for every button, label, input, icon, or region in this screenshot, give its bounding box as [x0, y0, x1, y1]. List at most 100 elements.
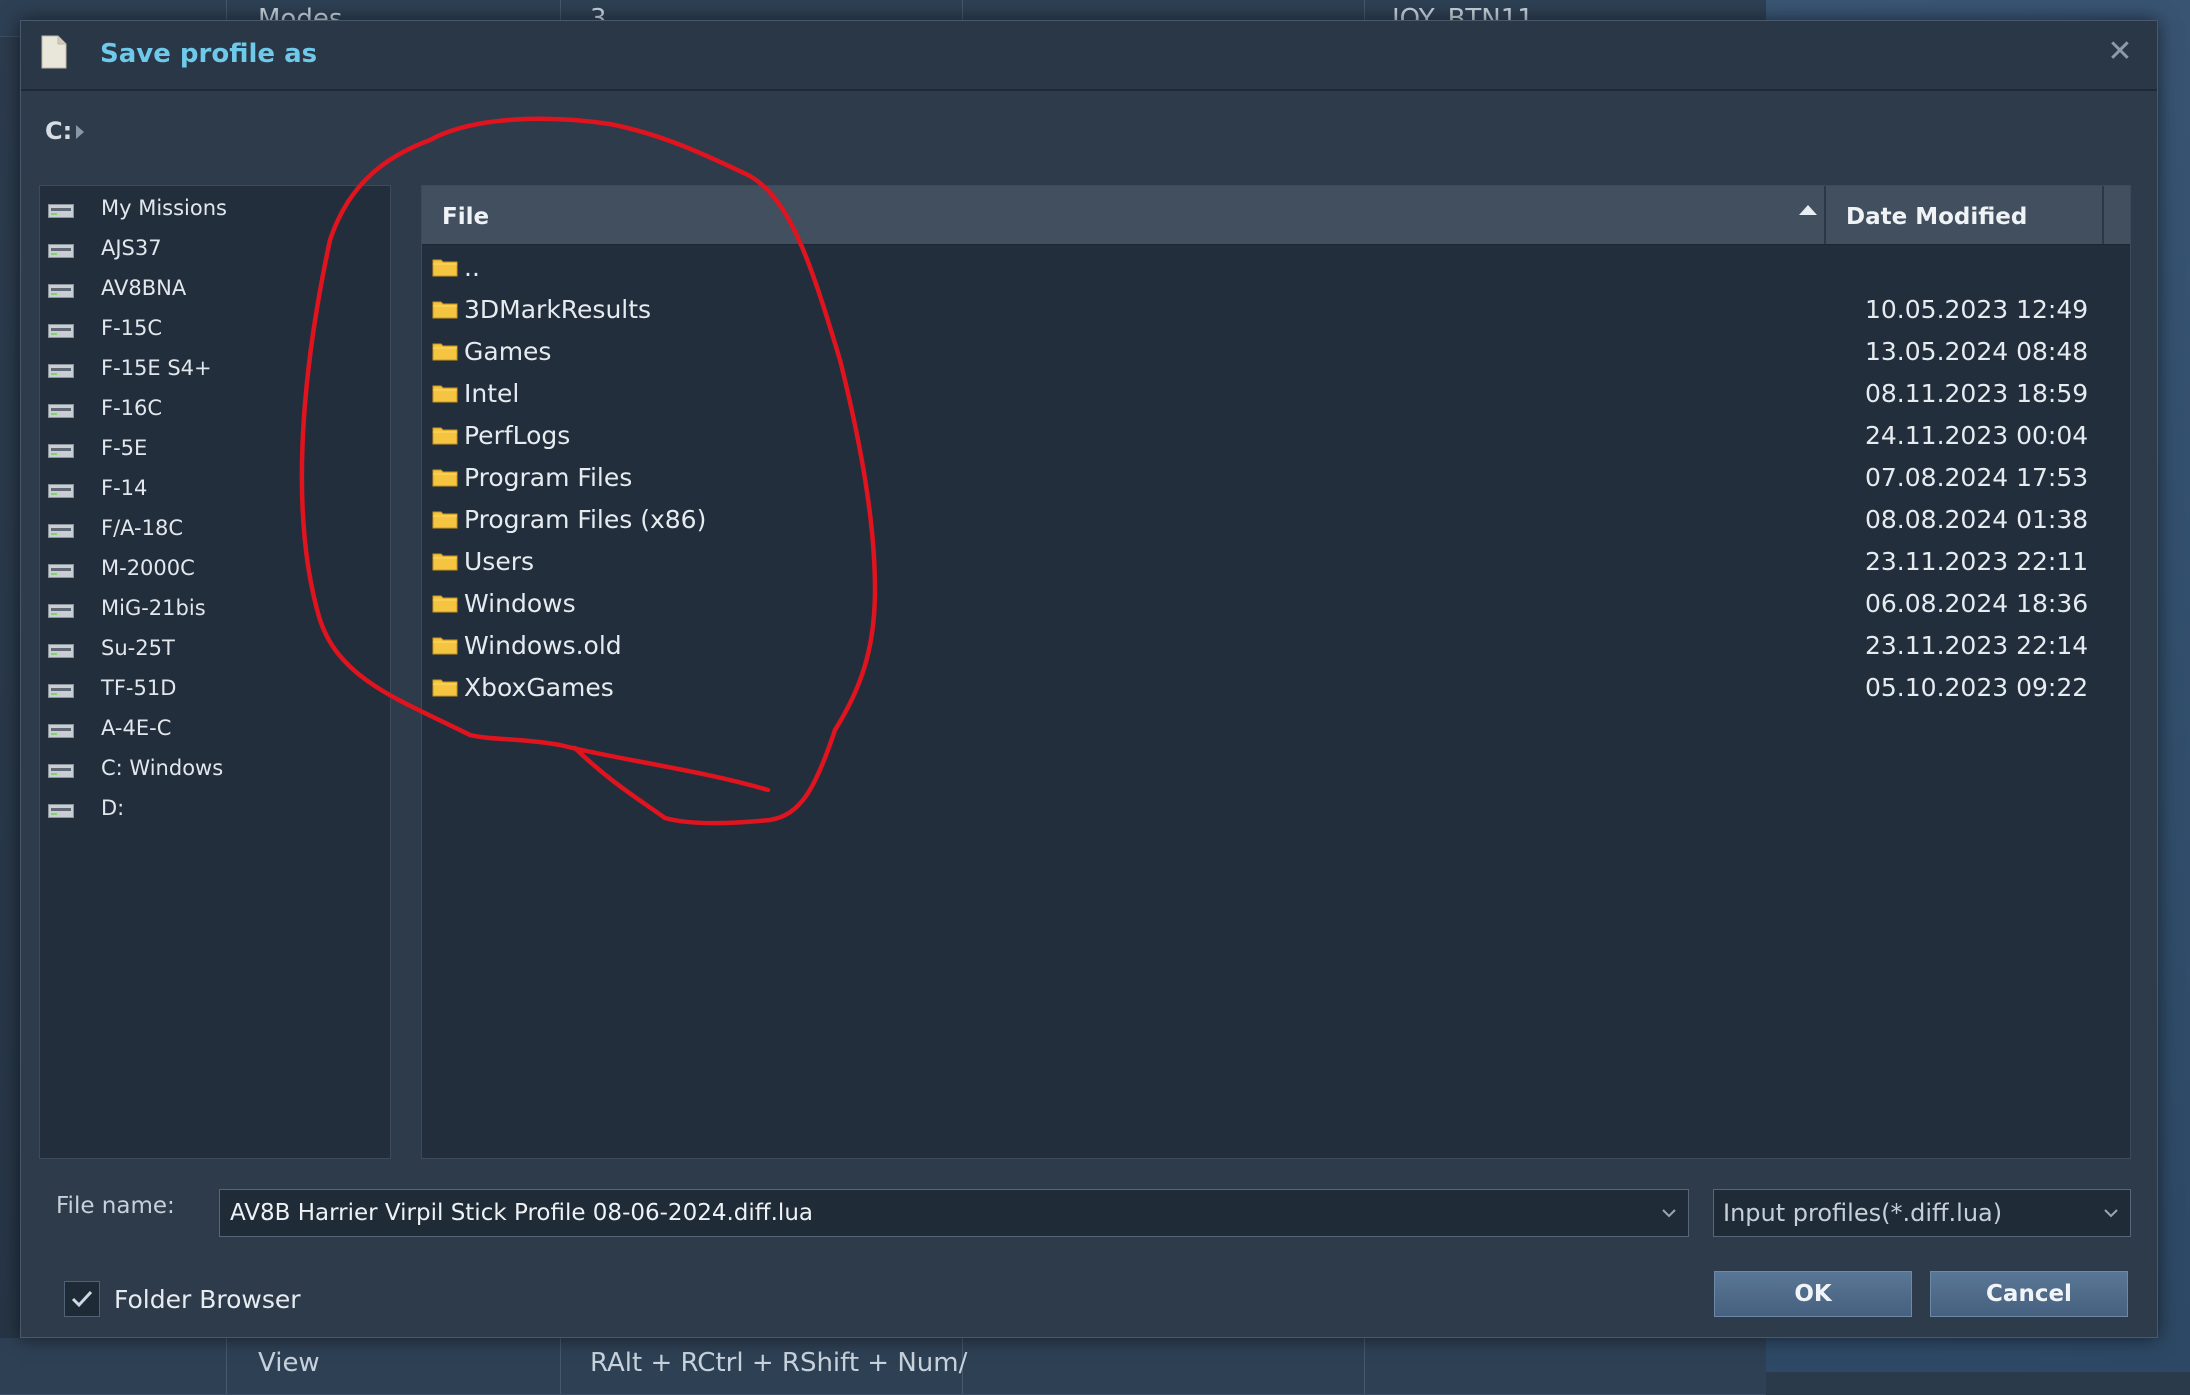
drive-icon: [48, 284, 74, 298]
drive-icon: [48, 604, 74, 618]
chevron-down-icon[interactable]: [2102, 1204, 2120, 1222]
date-modified-cell: 08.11.2023 18:59: [1865, 379, 2089, 408]
sidebar-item-label: C: Windows: [101, 756, 224, 780]
sidebar-item-label: AV8BNA: [101, 276, 187, 300]
drive-icon: [48, 244, 74, 258]
sidebar-item-label: F-15E S4+: [101, 356, 212, 380]
folder-icon: [432, 679, 458, 697]
breadcrumb-drive[interactable]: C:: [45, 117, 72, 145]
table-row[interactable]: XboxGames 05.10.2023 09:22: [422, 668, 2130, 710]
file-list-header: File Date Modified: [422, 186, 2130, 245]
file-name-cell: Program Files: [464, 463, 633, 492]
sidebar-item-label: My Missions: [101, 196, 227, 220]
table-row[interactable]: ..: [422, 248, 2130, 290]
sidebar-item[interactable]: M-2000C: [40, 550, 390, 590]
folder-icon: [432, 595, 458, 613]
table-row[interactable]: 3DMarkResults 10.05.2023 12:49: [422, 290, 2130, 332]
date-modified-cell: 13.05.2024 08:48: [1865, 337, 2089, 366]
sidebar-item[interactable]: AJS37: [40, 230, 390, 270]
drive-icon: [48, 444, 74, 458]
folder-icon: [432, 511, 458, 529]
breadcrumb-arrow-icon[interactable]: [76, 125, 85, 139]
file-type-value: Input profiles(*.diff.lua): [1723, 1199, 2003, 1227]
sidebar-item[interactable]: AV8BNA: [40, 270, 390, 310]
sort-ascending-icon: [1799, 205, 1817, 215]
bg-cell: RAlt + RCtrl + RShift + Num/: [590, 1348, 968, 1378]
sidebar-item[interactable]: F-15C: [40, 310, 390, 350]
sidebar-item-label: Su-25T: [101, 636, 175, 660]
table-row[interactable]: Intel 08.11.2023 18:59: [422, 374, 2130, 416]
chevron-down-icon[interactable]: [1660, 1204, 1678, 1222]
sidebar-item[interactable]: D:: [40, 790, 390, 830]
column-header-date[interactable]: Date Modified: [1826, 186, 2104, 244]
folder-browser-label: Folder Browser: [114, 1285, 301, 1314]
file-name-label: File name:: [56, 1193, 175, 1219]
places-sidebar: My Missions AJS37 AV8BNA F-15C F-15E S4+ F-16…: [39, 185, 391, 1159]
file-name-cell: Windows.old: [464, 631, 622, 660]
sidebar-item-label: F-14: [101, 476, 148, 500]
table-row[interactable]: Windows 06.08.2024 18:36: [422, 584, 2130, 626]
table-row[interactable]: Program Files (x86) 08.08.2024 01:38: [422, 500, 2130, 542]
drive-icon: [48, 764, 74, 778]
folder-icon: [432, 553, 458, 571]
sidebar-item-label: F/A-18C: [101, 516, 184, 540]
date-modified-cell: 08.08.2024 01:38: [1865, 505, 2089, 534]
drive-icon: [48, 364, 74, 378]
sidebar-item-label: M-2000C: [101, 556, 195, 580]
cancel-button[interactable]: Cancel: [1930, 1271, 2128, 1317]
date-modified-cell: 05.10.2023 09:22: [1865, 673, 2089, 702]
drive-icon: [48, 564, 74, 578]
sidebar-item[interactable]: TF-51D: [40, 670, 390, 710]
date-modified-cell: 23.11.2023 22:14: [1865, 631, 2089, 660]
file-name-cell: Program Files (x86): [464, 505, 707, 534]
breadcrumb[interactable]: C:: [45, 117, 85, 145]
dialog-titlebar: Save profile as ✕: [21, 21, 2157, 91]
sidebar-item[interactable]: F-15E S4+: [40, 350, 390, 390]
sidebar-item-label: F-16C: [101, 396, 163, 420]
file-name-cell: 3DMarkResults: [464, 295, 652, 324]
table-row[interactable]: Users 23.11.2023 22:11: [422, 542, 2130, 584]
table-row[interactable]: Program Files 07.08.2024 17:53: [422, 458, 2130, 500]
sidebar-item[interactable]: MiG-21bis: [40, 590, 390, 630]
file-type-select[interactable]: Input profiles(*.diff.lua): [1713, 1189, 2131, 1237]
sidebar-item[interactable]: F-16C: [40, 390, 390, 430]
file-name-cell: XboxGames: [464, 673, 614, 702]
sidebar-item[interactable]: Su-25T: [40, 630, 390, 670]
sidebar-item-label: F-5E: [101, 436, 148, 460]
sidebar-item-label: TF-51D: [101, 676, 177, 700]
drive-icon: [48, 524, 74, 538]
close-icon[interactable]: ✕: [2105, 37, 2135, 67]
file-name-cell: Games: [464, 337, 552, 366]
file-name-input[interactable]: [220, 1190, 1640, 1236]
sidebar-item[interactable]: C: Windows: [40, 750, 390, 790]
sidebar-item[interactable]: My Missions: [40, 190, 390, 230]
bg-col-divider: [560, 1338, 561, 1394]
background-row-bottom: View RAlt + RCtrl + RShift + Num/: [0, 1338, 1766, 1395]
drive-icon: [48, 324, 74, 338]
column-header-file[interactable]: File: [422, 186, 1826, 244]
sidebar-item[interactable]: F-14: [40, 470, 390, 510]
folder-icon: [432, 259, 458, 277]
sidebar-item-label: MiG-21bis: [101, 596, 206, 620]
sidebar-item[interactable]: F-5E: [40, 430, 390, 470]
drive-icon: [48, 644, 74, 658]
table-row[interactable]: Games 13.05.2024 08:48: [422, 332, 2130, 374]
folder-icon: [432, 343, 458, 361]
file-name-cell: Intel: [464, 379, 520, 408]
save-profile-dialog: Save profile as ✕ C: My Missions AJS37 AV8…: [20, 20, 2158, 1338]
table-row[interactable]: PerfLogs 24.11.2023 00:04: [422, 416, 2130, 458]
folder-browser-checkbox[interactable]: [64, 1281, 100, 1317]
date-modified-cell: 23.11.2023 22:11: [1865, 547, 2089, 576]
dialog-title: Save profile as: [100, 39, 318, 69]
date-modified-cell: 10.05.2023 12:49: [1865, 295, 2089, 324]
ok-button[interactable]: OK: [1714, 1271, 1912, 1317]
column-header-date-label: Date Modified: [1846, 204, 2028, 230]
table-row[interactable]: Windows.old 23.11.2023 22:14: [422, 626, 2130, 668]
date-modified-cell: 07.08.2024 17:53: [1865, 463, 2089, 492]
sidebar-item[interactable]: F/A-18C: [40, 510, 390, 550]
file-name-combobox[interactable]: [219, 1189, 1689, 1237]
sidebar-item[interactable]: A-4E-C: [40, 710, 390, 750]
drive-icon: [48, 204, 74, 218]
file-name-cell: Windows: [464, 589, 576, 618]
drive-icon: [48, 724, 74, 738]
